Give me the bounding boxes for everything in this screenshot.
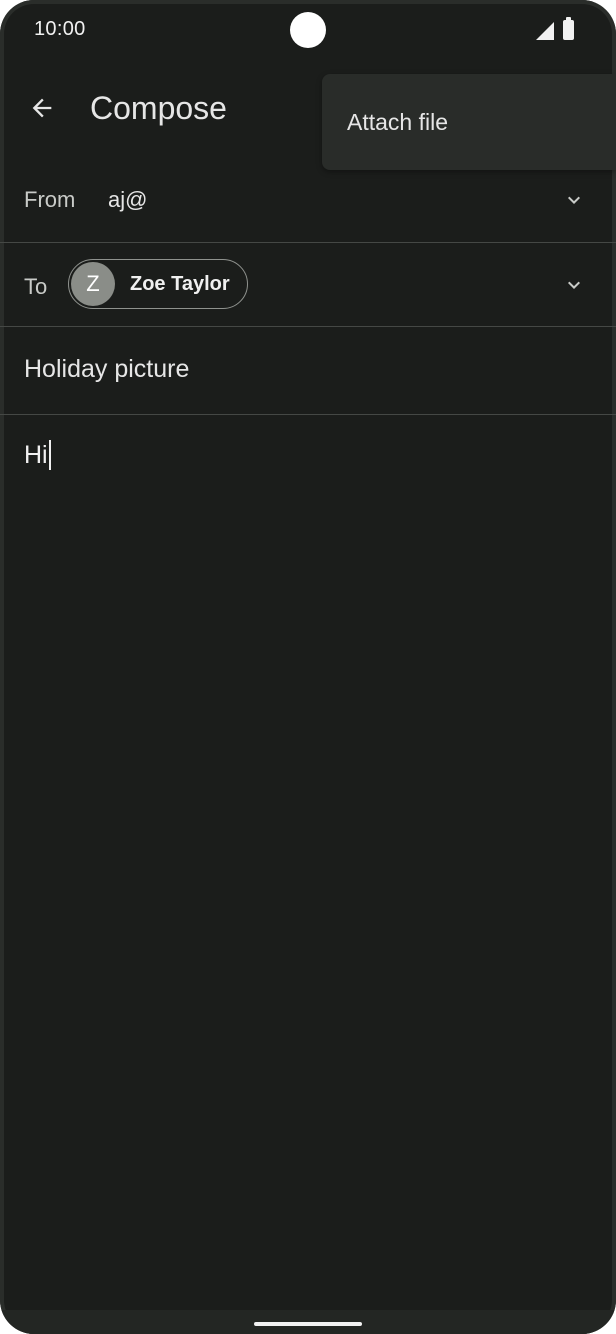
home-indicator[interactable] — [254, 1322, 362, 1326]
from-expand-button[interactable] — [562, 188, 586, 212]
phone-screen: 10:00 Compose Attach file From aj@ To Z … — [0, 0, 616, 1334]
to-row[interactable]: To Z Zoe Taylor — [0, 243, 616, 327]
body-text: Hi — [24, 440, 48, 469]
to-expand-button[interactable] — [562, 273, 586, 297]
menu-item-attach-file[interactable]: Attach file — [322, 74, 616, 170]
recipient-name: Zoe Taylor — [130, 272, 230, 295]
arrow-left-icon — [32, 98, 52, 118]
to-label: To — [24, 274, 48, 299]
camera-cutout — [290, 12, 326, 48]
subject-row[interactable]: Holiday picture — [0, 327, 616, 415]
chevron-down-icon — [568, 281, 580, 289]
status-bar: 10:00 — [0, 0, 616, 62]
from-label: From — [24, 187, 76, 212]
subject-input[interactable]: Holiday picture — [24, 355, 189, 384]
avatar: Z — [71, 262, 115, 306]
body-input[interactable]: Hi — [24, 440, 51, 470]
page-title: Compose — [90, 90, 227, 126]
recipient-chip[interactable]: Z Zoe Taylor — [68, 259, 248, 309]
status-time: 10:00 — [34, 18, 86, 40]
chevron-down-icon — [568, 196, 580, 204]
text-cursor — [48, 440, 51, 470]
back-button[interactable] — [22, 88, 62, 128]
from-value[interactable]: aj@ — [108, 187, 147, 213]
from-row[interactable]: From aj@ — [0, 158, 616, 243]
navigation-bar — [0, 1310, 616, 1334]
signal-icon — [536, 22, 554, 40]
overflow-menu: Attach file — [322, 74, 616, 170]
battery-icon — [563, 17, 574, 40]
